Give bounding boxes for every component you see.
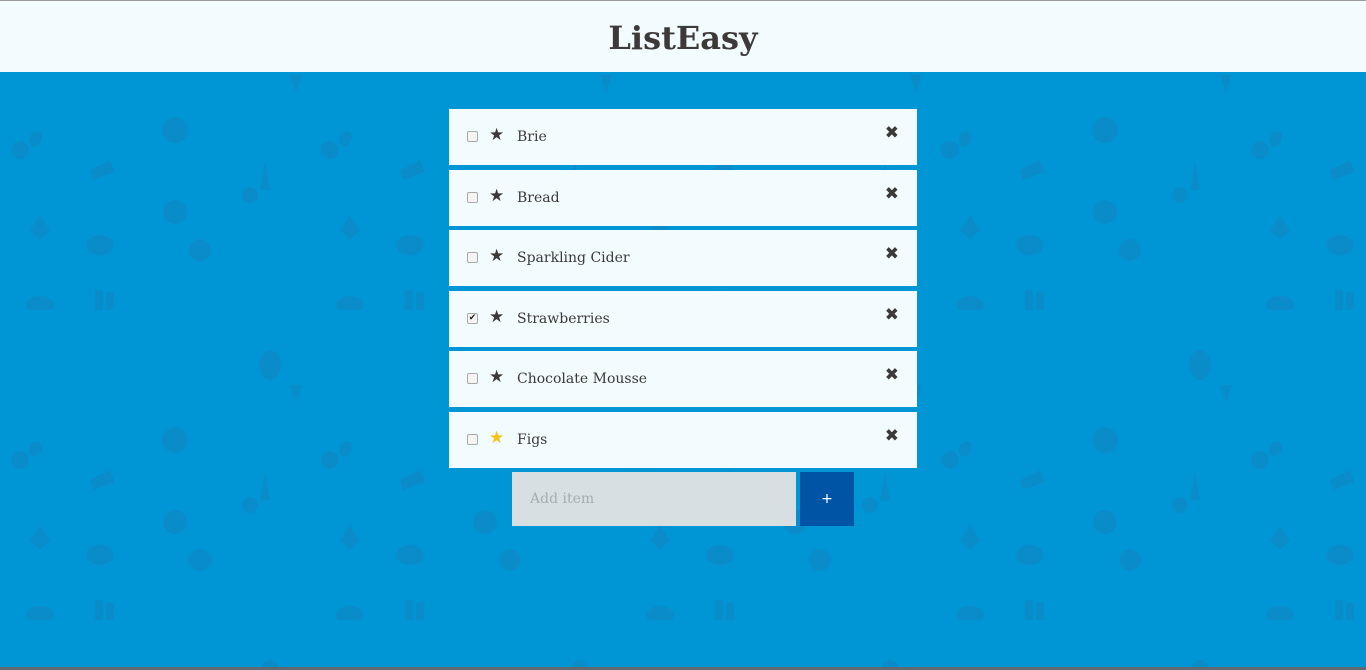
item-label: Brie [517,129,547,145]
item-checkbox[interactable]: ✔ [467,312,478,324]
app-title: ListEasy [608,18,758,57]
list-item: ★ Bread ✖ [449,169,917,226]
item-label: Bread [517,189,560,206]
list-item: ★ Figs ✖ [449,411,917,468]
list-item: ★ Chocolate Mousse ✖ [449,351,917,407]
item-label: Chocolate Mousse [517,371,648,387]
item-checkbox[interactable] [467,373,478,384]
close-icon[interactable]: ✖ [885,244,899,264]
add-item-form: + [512,472,854,526]
close-icon[interactable]: ✖ [885,305,899,325]
close-icon[interactable]: ✖ [885,123,899,143]
star-icon[interactable]: ★ [489,125,504,145]
star-icon[interactable]: ★ [489,428,504,448]
list-item: ★ Sparkling Cider ✖ [449,230,917,286]
add-item-button[interactable]: + [800,472,854,526]
star-icon[interactable]: ★ [489,307,504,327]
item-checkbox[interactable] [467,252,478,263]
item-checkbox[interactable] [467,433,478,445]
close-icon[interactable]: ✖ [885,365,899,385]
add-item-input[interactable] [512,472,796,526]
list-item: ★ Brie ✖ [449,109,917,165]
shopping-list: ★ Brie ✖ ★ Bread ✖ ★ Sparkling Cider ✖ ✔… [449,109,917,472]
item-checkbox[interactable] [467,191,478,203]
item-label: Figs [517,431,548,448]
star-icon[interactable]: ★ [489,246,504,266]
list-item: ✔ ★ Strawberries ✖ [449,290,917,347]
item-label: Strawberries [517,310,610,327]
item-checkbox[interactable] [467,131,478,142]
item-label: Sparkling Cider [517,250,630,266]
star-icon[interactable]: ★ [489,186,504,206]
close-icon[interactable]: ✖ [885,184,899,204]
app-header: ListEasy [0,0,1366,72]
close-icon[interactable]: ✖ [885,426,899,446]
star-icon[interactable]: ★ [489,367,504,387]
